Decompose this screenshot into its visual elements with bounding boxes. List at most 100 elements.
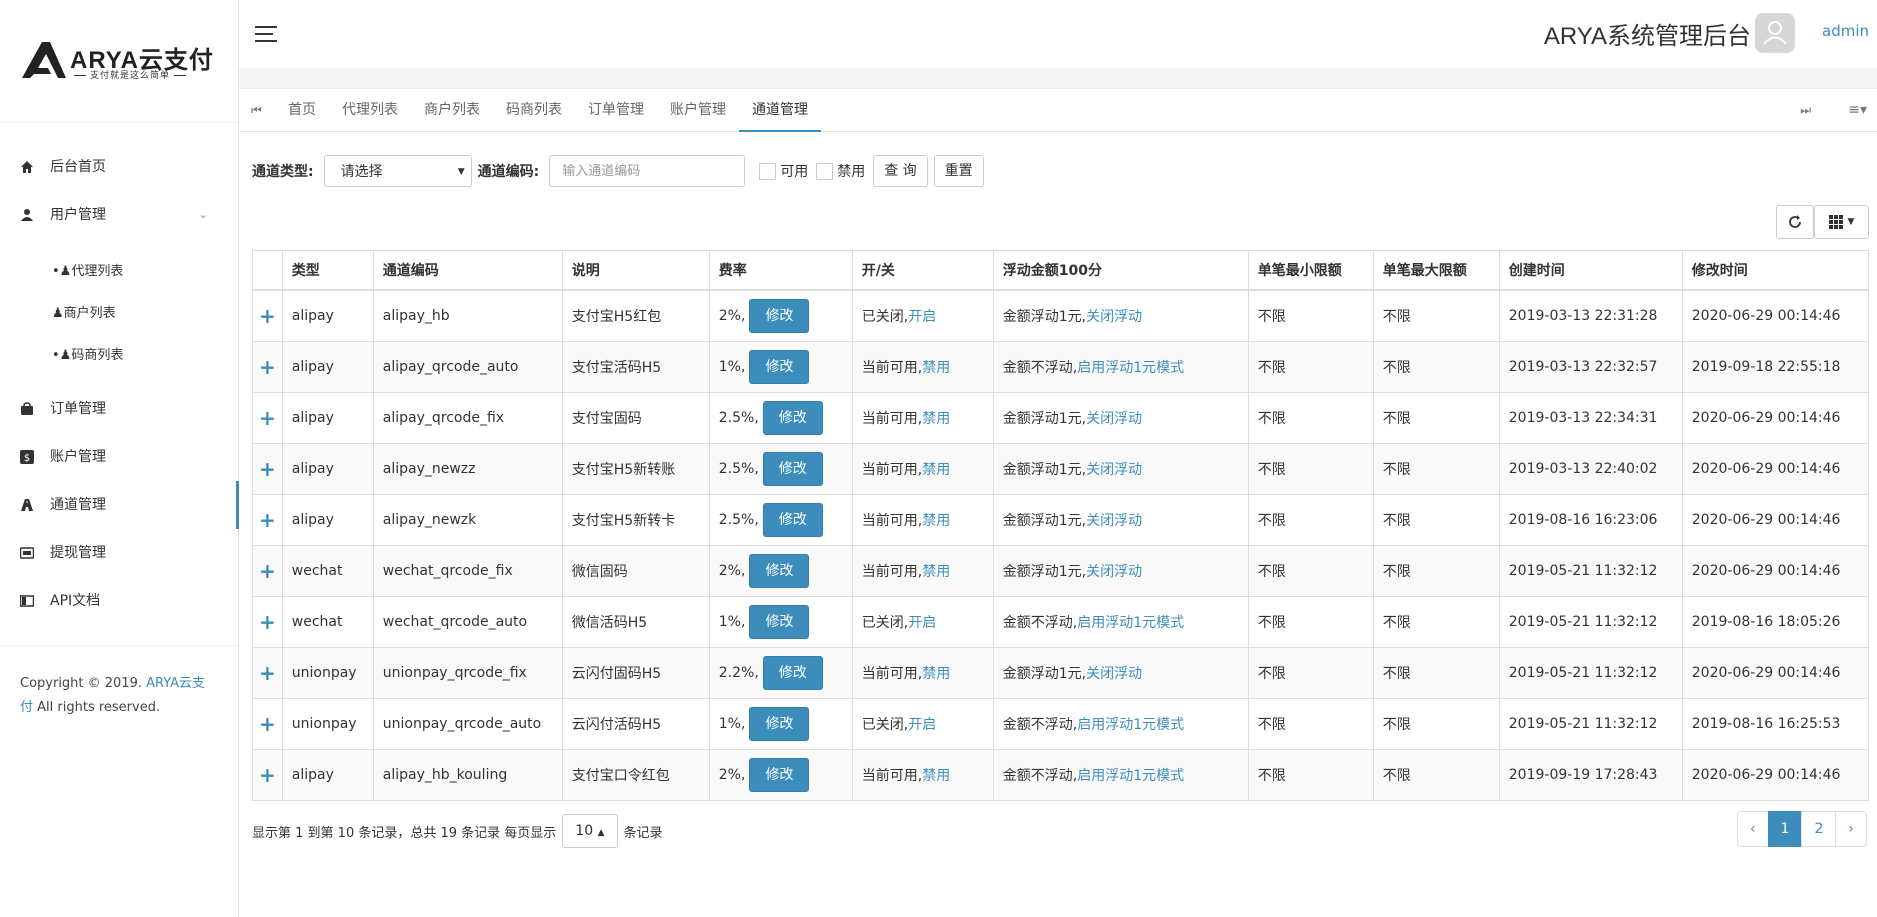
column-header[interactable]: 说明 [561, 250, 710, 291]
tab-orders[interactable]: 订单管理 [575, 89, 657, 130]
edit-rate-button[interactable]: 修改 [749, 554, 810, 588]
expand-row-icon[interactable]: + [252, 749, 283, 801]
page-size-dropdown[interactable]: 10 ▲ [562, 814, 618, 848]
float-toggle-link[interactable]: 启用浮动1元模式 [1077, 615, 1184, 631]
page-next-button[interactable]: › [1835, 811, 1867, 847]
float-toggle-link[interactable]: 关闭浮动 [1086, 309, 1142, 325]
username-link[interactable]: admin [1822, 22, 1869, 40]
expand-row-icon[interactable]: + [252, 443, 283, 495]
status-toggle-link[interactable]: 禁用 [922, 360, 950, 376]
sidebar-subitem-label: 码商列表 [71, 348, 124, 363]
refresh-button[interactable] [1776, 205, 1814, 239]
edit-rate-button[interactable]: 修改 [749, 350, 810, 384]
expand-row-icon[interactable]: + [252, 596, 283, 648]
expand-row-icon[interactable]: + [252, 289, 283, 342]
sidebar-item-channels[interactable]: 通道管理 [0, 481, 239, 529]
sidebar-item-users[interactable]: 用户管理 ⌄ [0, 191, 238, 239]
sidebar-item-withdraw[interactable]: 提现管理 [0, 529, 238, 577]
float-toggle-link[interactable]: 关闭浮动 [1086, 411, 1142, 427]
status-toggle-link[interactable]: 禁用 [922, 513, 950, 529]
edit-rate-button[interactable]: 修改 [749, 299, 810, 333]
status-toggle-link[interactable]: 禁用 [922, 411, 950, 427]
user-icon [21, 209, 33, 221]
status-toggle-link[interactable]: 禁用 [922, 666, 950, 682]
available-checkbox[interactable]: 可用 [759, 161, 808, 181]
tab-options-menu-icon[interactable]: ≡▾ [1848, 89, 1867, 131]
table-row: + alipay alipay_newzk 支付宝H5新转卡 2.5%, 修改 当前可用,禁… [252, 494, 1870, 546]
float-toggle-link[interactable]: 启用浮动1元模式 [1077, 717, 1184, 733]
status-toggle-link[interactable]: 开启 [908, 717, 936, 733]
edit-rate-button[interactable]: 修改 [762, 503, 823, 537]
tab-home[interactable]: 首页 [275, 89, 329, 130]
edit-rate-button[interactable]: 修改 [749, 707, 810, 741]
column-header[interactable]: 单笔最大限额 [1372, 250, 1500, 291]
channel-code-label: 通道编码: [477, 164, 540, 180]
expand-row-icon[interactable]: + [252, 647, 283, 699]
column-header[interactable]: 类型 [281, 250, 374, 291]
sidebar-item-accounts[interactable]: $ 账户管理 [0, 433, 238, 481]
expand-row-icon[interactable]: + [252, 545, 283, 597]
page-tabs: 首页 代理列表 商户列表 码商列表 订单管理 账户管理 通道管理 [275, 89, 821, 132]
search-button[interactable]: 查 询 [873, 155, 928, 187]
edit-rate-button[interactable]: 修改 [762, 401, 823, 435]
status-toggle-link[interactable]: 开启 [908, 615, 936, 631]
sidebar-subitem-code-merchants[interactable]: •♟码商列表 [0, 335, 238, 377]
expand-row-icon[interactable]: + [252, 698, 283, 750]
edit-rate-button[interactable]: 修改 [749, 605, 810, 639]
channel-type-select[interactable]: 请选择 [323, 155, 472, 188]
float-toggle-link[interactable]: 关闭浮动 [1086, 666, 1142, 682]
tab-scroll-left-icon[interactable]: ⏮ [251, 89, 262, 131]
edit-rate-button[interactable]: 修改 [762, 656, 823, 690]
column-header[interactable]: 创建时间 [1498, 250, 1683, 291]
page-prev-button[interactable]: ‹ [1736, 811, 1769, 847]
column-header[interactable]: 修改时间 [1681, 250, 1870, 291]
checkbox-box[interactable] [759, 162, 777, 180]
tab-agents[interactable]: 代理列表 [329, 89, 411, 130]
column-header[interactable]: 开/关 [851, 250, 994, 291]
status-toggle-link[interactable]: 禁用 [922, 768, 950, 784]
column-header[interactable]: 单笔最小限额 [1247, 250, 1374, 291]
rate-value: 2.2%, [718, 665, 759, 681]
columns-toggle-button[interactable]: ▼ [1814, 205, 1869, 239]
page-button-2[interactable]: 2 [1801, 811, 1837, 847]
status-toggle-link[interactable]: 开启 [908, 309, 936, 325]
column-header[interactable]: 浮动金额100分 [992, 250, 1249, 291]
channel-code-input[interactable]: 输入通道编码 [549, 155, 746, 187]
tab-merchants[interactable]: 商户列表 [411, 89, 493, 130]
status-toggle-link[interactable]: 禁用 [922, 564, 950, 580]
edit-rate-button[interactable]: 修改 [762, 452, 823, 486]
sidebar-item-api-docs[interactable]: API文档 [0, 577, 238, 625]
cell-code: unionpay_qrcode_auto [372, 698, 563, 750]
tab-channels[interactable]: 通道管理 [739, 89, 821, 132]
tab-accounts[interactable]: 账户管理 [657, 89, 739, 130]
menu-toggle-icon[interactable] [255, 26, 277, 42]
page-button-1[interactable]: 1 [1767, 811, 1803, 847]
expand-row-icon[interactable]: + [252, 494, 283, 546]
cell-code: alipay_qrcode_auto [372, 341, 563, 393]
sidebar-subitem-agents[interactable]: •♟代理列表 [0, 251, 238, 293]
sidebar-item-orders[interactable]: 订单管理 [0, 385, 238, 433]
float-toggle-link[interactable]: 关闭浮动 [1086, 513, 1142, 529]
tab-code-merchants[interactable]: 码商列表 [493, 89, 575, 130]
sidebar-item-home[interactable]: 后台首页 [0, 143, 238, 191]
cell-min-limit: 不限 [1247, 647, 1374, 699]
column-header[interactable]: 费率 [708, 250, 853, 291]
float-toggle-link[interactable]: 关闭浮动 [1086, 462, 1142, 478]
cell-code: alipay_newzz [372, 443, 563, 495]
float-toggle-link[interactable]: 启用浮动1元模式 [1077, 768, 1184, 784]
reset-button[interactable]: 重置 [933, 155, 984, 187]
expand-row-icon[interactable]: + [252, 341, 283, 393]
float-toggle-link[interactable]: 关闭浮动 [1086, 564, 1142, 580]
status-toggle-link[interactable]: 禁用 [922, 462, 950, 478]
checkbox-box[interactable] [816, 162, 834, 180]
edit-rate-button[interactable]: 修改 [749, 758, 810, 792]
column-header[interactable]: 通道编码 [372, 250, 563, 291]
sidebar-subitem-merchants[interactable]: ♟商户列表 [0, 293, 238, 335]
cell-rate: 2.2%, 修改 [708, 647, 853, 699]
float-toggle-link[interactable]: 启用浮动1元模式 [1077, 360, 1184, 376]
avatar[interactable] [1755, 13, 1795, 53]
tab-scroll-right-icon[interactable]: ⏭ [1800, 89, 1811, 131]
disabled-checkbox[interactable]: 禁用 [816, 161, 865, 181]
expand-row-icon[interactable]: + [252, 392, 283, 444]
cell-type: alipay [281, 392, 374, 444]
